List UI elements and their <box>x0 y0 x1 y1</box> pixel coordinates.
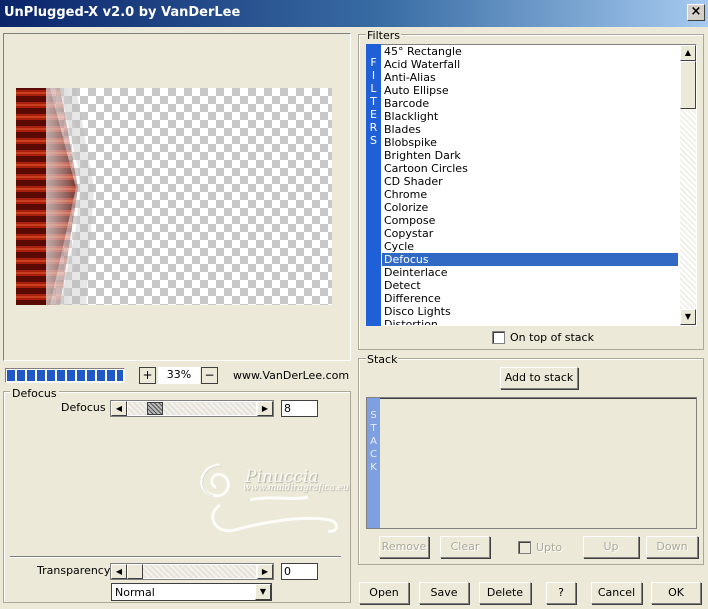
filter-list-item[interactable]: CD Shader <box>382 175 678 188</box>
on-top-of-stack-checkbox[interactable] <box>492 331 505 344</box>
filters-sidebar-letter: F <box>370 56 377 69</box>
window-title: UnPlugged-X v2.0 by VanDerLee <box>4 5 241 20</box>
down-button[interactable]: Down <box>646 536 698 558</box>
filter-list-item[interactable]: Cartoon Circles <box>382 162 678 175</box>
filter-list-item[interactable]: Defocus <box>382 253 678 266</box>
filter-list-item[interactable]: Distortion <box>382 318 678 325</box>
defocus-value-field[interactable]: 8 <box>281 400 318 417</box>
slider-right-arrow-icon[interactable]: ▶ <box>257 564 273 579</box>
filters-sidebar-letter: S <box>370 134 377 147</box>
filter-list-item[interactable]: Deinterlace <box>382 266 678 279</box>
filter-list-item[interactable]: Cycle <box>382 240 678 253</box>
filter-list-item[interactable]: Detect <box>382 279 678 292</box>
transparency-value-field[interactable]: 0 <box>281 563 318 580</box>
ok-button[interactable]: OK <box>651 582 701 604</box>
progress-fill <box>7 370 123 381</box>
upto-checkbox[interactable] <box>518 541 531 554</box>
zoom-level: 33% <box>158 367 200 384</box>
slider-thumb[interactable] <box>127 564 143 579</box>
filter-list-item[interactable]: Copystar <box>382 227 678 240</box>
up-button[interactable]: Up <box>583 536 639 558</box>
zoom-in-button[interactable]: + <box>139 367 156 384</box>
progress-bar <box>5 368 125 383</box>
preview-artwork <box>16 88 94 305</box>
open-button[interactable]: Open <box>359 582 409 604</box>
stack-sidebar-letter: C <box>370 449 377 460</box>
filter-list-item[interactable]: Disco Lights <box>382 305 678 318</box>
filters-sidebar: F I L T E R S <box>366 44 381 326</box>
chevron-down-icon[interactable]: ▼ <box>255 584 271 600</box>
clear-button[interactable]: Clear <box>440 536 490 558</box>
transparency-label: Transparency <box>37 564 111 577</box>
filter-list-item[interactable]: Blades <box>382 123 678 136</box>
help-button[interactable]: ? <box>546 582 576 604</box>
filters-sidebar-letter: L <box>370 82 377 95</box>
filter-list-item[interactable]: Anti-Alias <box>382 71 678 84</box>
filters-sidebar-letter: E <box>370 108 377 121</box>
slider-thumb[interactable] <box>147 402 163 415</box>
separator <box>10 556 341 558</box>
filter-list-item[interactable]: Blacklight <box>382 110 678 123</box>
filters-sidebar-letter: T <box>370 95 377 108</box>
slider-left-arrow-icon[interactable]: ◀ <box>111 564 127 579</box>
upto-label: Upto <box>536 541 563 554</box>
slider-track[interactable] <box>128 565 256 578</box>
add-to-stack-button[interactable]: Add to stack <box>500 367 578 389</box>
stack-listbox[interactable] <box>366 397 697 529</box>
stack-sidebar-letter: A <box>370 436 377 447</box>
slider-right-arrow-icon[interactable]: ▶ <box>257 401 273 416</box>
save-button[interactable]: Save <box>419 582 469 604</box>
blend-mode-select[interactable]: Normal ▼ <box>111 583 272 601</box>
title-bar[interactable]: UnPlugged-X v2.0 by VanDerLee × <box>0 0 708 27</box>
filter-list-item[interactable]: Compose <box>382 214 678 227</box>
stack-sidebar-letter: S <box>370 410 377 421</box>
filter-list-item[interactable]: Blobspike <box>382 136 678 149</box>
stack-group-title: Stack <box>366 353 399 366</box>
filter-list-item[interactable]: Acid Waterfall <box>382 58 678 71</box>
slider-left-arrow-icon[interactable]: ◀ <box>111 401 127 416</box>
filter-list-item[interactable]: Barcode <box>382 97 678 110</box>
close-button[interactable]: × <box>687 4 705 21</box>
filters-sidebar-letter: I <box>371 69 376 82</box>
zoom-out-button[interactable]: − <box>201 367 218 384</box>
defocus-label: Defocus <box>61 401 106 414</box>
scroll-up-icon[interactable]: ▲ <box>680 45 696 61</box>
watermark-logo <box>200 463 338 533</box>
filter-list-item[interactable]: 45° Rectangle <box>382 45 678 58</box>
filters-scrollbar[interactable]: ▲ ▼ <box>680 45 696 325</box>
filters-group-title: Filters <box>366 29 401 42</box>
defocus-slider[interactable]: ◀ ▶ <box>110 400 274 417</box>
stack-sidebar-letter: T <box>370 423 377 434</box>
filter-list-item[interactable]: Chrome <box>382 188 678 201</box>
stack-sidebar-letter: K <box>370 462 377 473</box>
filter-list[interactable]: 45° Rectangle Acid Waterfall Anti-Alias Aut… <box>382 45 678 325</box>
scroll-down-icon[interactable]: ▼ <box>680 309 696 325</box>
scrollbar-thumb[interactable] <box>680 61 696 109</box>
filters-sidebar-letter: R <box>369 121 378 134</box>
filter-list-item[interactable]: Colorize <box>382 201 678 214</box>
filter-list-item[interactable]: Difference <box>382 292 678 305</box>
filter-list-item[interactable]: Auto Ellipse <box>382 84 678 97</box>
delete-button[interactable]: Delete <box>479 582 531 604</box>
stack-sidebar: S T A C K <box>367 398 380 528</box>
parameters-group-title: Defocus <box>10 387 59 400</box>
watermark-site: www.maidiragrafica.eu <box>243 483 349 493</box>
website-link[interactable]: www.VanDerLee.com <box>233 369 349 382</box>
remove-button[interactable]: Remove <box>379 536 429 558</box>
on-top-of-stack-label: On top of stack <box>510 331 594 344</box>
preview-image[interactable] <box>16 88 332 305</box>
blend-mode-value: Normal <box>115 586 155 599</box>
filter-list-item[interactable]: Brighten Dark <box>382 149 678 162</box>
cancel-button[interactable]: Cancel <box>591 582 642 604</box>
transparency-slider[interactable]: ◀ ▶ <box>110 563 274 580</box>
